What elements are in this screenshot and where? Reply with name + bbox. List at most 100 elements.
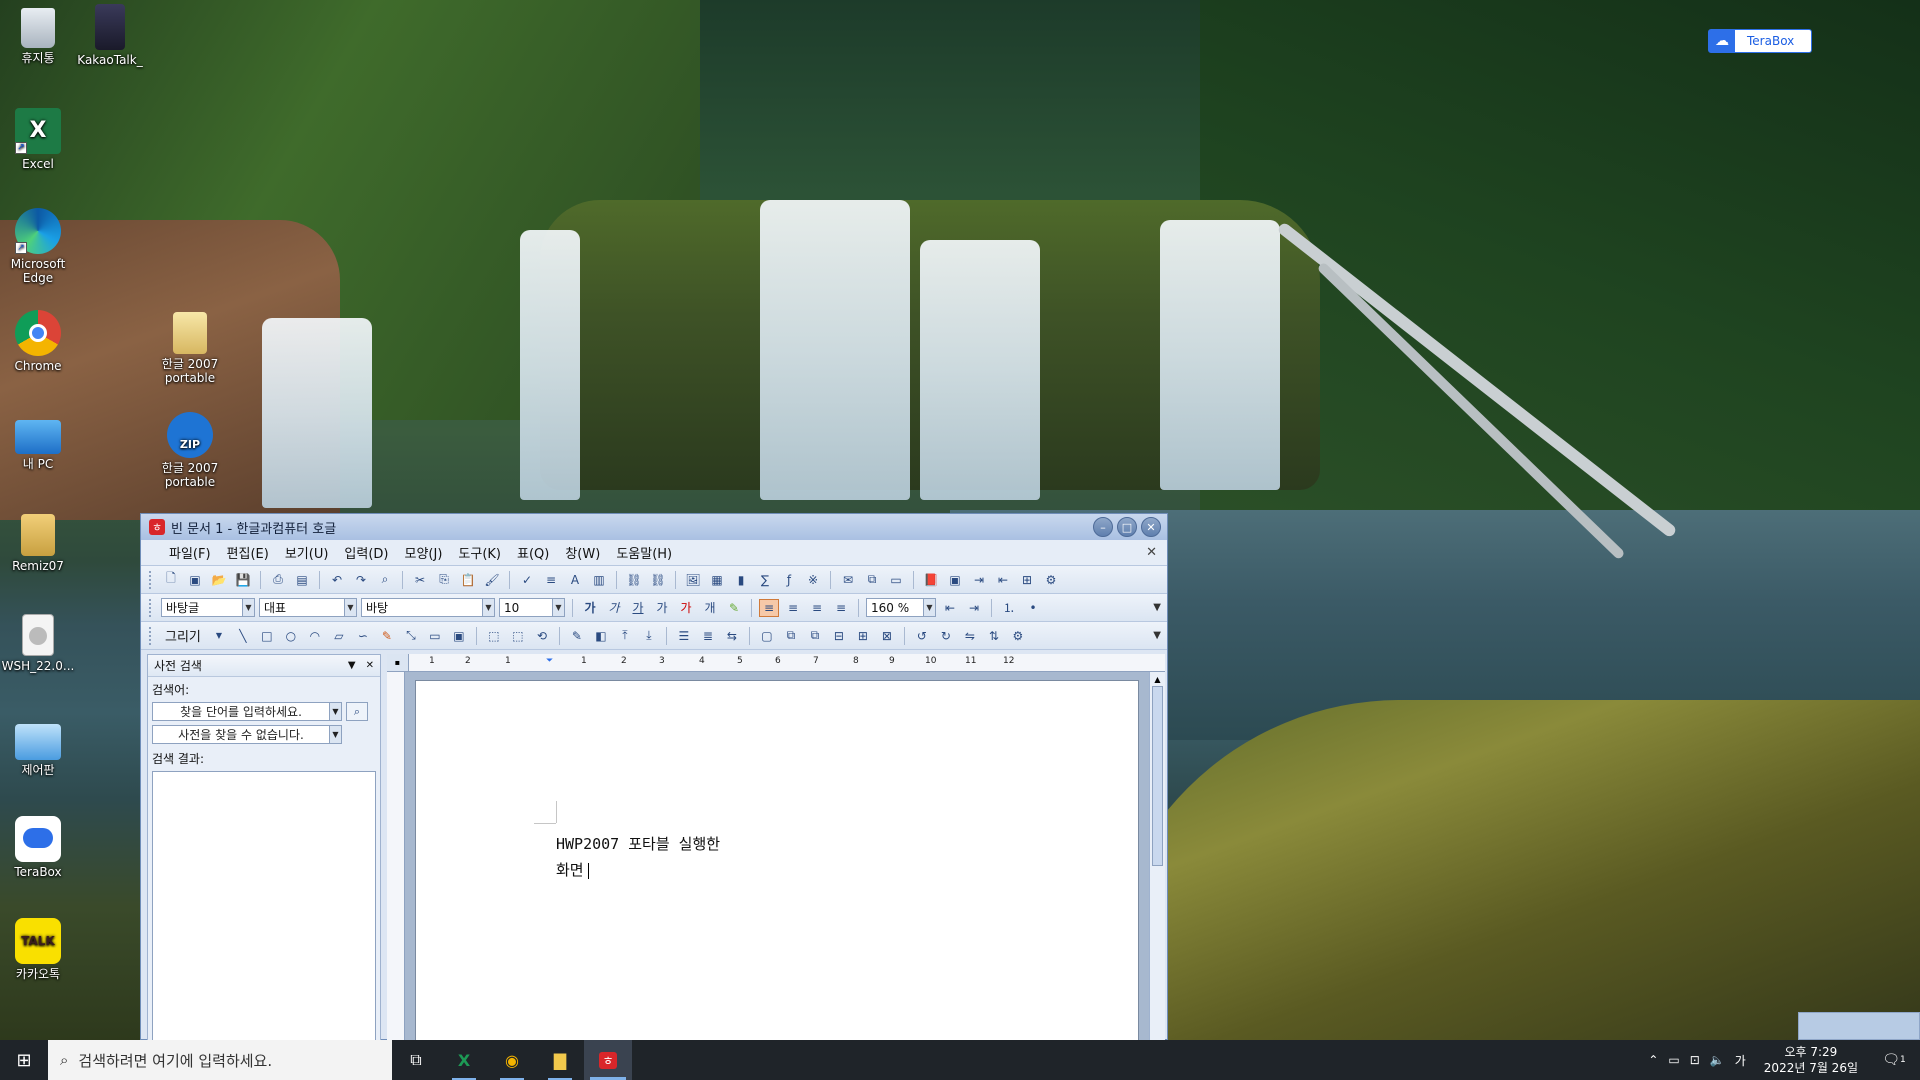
align-left-icon[interactable]: ≡ — [783, 599, 803, 617]
font-color-icon[interactable]: 가 — [676, 599, 696, 617]
insert-symbol-icon[interactable]: ※ — [803, 571, 823, 589]
spellcheck-icon[interactable]: ✓ — [517, 571, 537, 589]
desktop-icon-my-pc[interactable]: 내 PC — [0, 412, 76, 471]
start-button[interactable]: ⊞ — [0, 1040, 48, 1080]
rotate-tool-icon[interactable]: ⟲ — [532, 627, 552, 645]
font-select[interactable]: 바탕 ▼ — [361, 598, 495, 617]
taskbar-search-box[interactable]: ⌕ 검색하려면 여기에 입력하세요. — [48, 1040, 392, 1080]
distribute-icon[interactable]: ⊞ — [853, 627, 873, 645]
line-width-icon[interactable]: ≣ — [698, 627, 718, 645]
desktop-icon-excel[interactable]: X ↗ Excel — [0, 108, 76, 171]
dictionary-search-input[interactable]: 찾을 단어를 입력하세요. ▼ — [152, 702, 342, 721]
panel-close-icon[interactable]: ✕ — [366, 660, 374, 671]
vertical-ruler[interactable] — [387, 672, 405, 1041]
select-tool-icon[interactable]: ⬚ — [484, 627, 504, 645]
paste-icon[interactable]: 📋 — [458, 571, 478, 589]
chevron-up-icon[interactable]: ⌃ — [1648, 1053, 1658, 1067]
ruler-indent-marker[interactable]: ⏷ — [546, 656, 553, 666]
highlight-icon[interactable]: ✎ — [724, 599, 744, 617]
copy-icon[interactable]: ⎘ — [434, 571, 454, 589]
language-select[interactable]: 바탕글 ▼ — [161, 598, 255, 617]
print-preview-icon[interactable]: ▤ — [292, 571, 312, 589]
shadow-icon[interactable]: ▢ — [757, 627, 777, 645]
memo-icon[interactable]: ▭ — [886, 571, 906, 589]
volume-icon[interactable]: 🔈 — [1710, 1053, 1725, 1067]
rotate-right-icon[interactable]: ↻ — [936, 627, 956, 645]
mail-merge-icon[interactable]: ✉ — [838, 571, 858, 589]
align-justify-icon[interactable]: ≡ — [759, 598, 779, 617]
toolbar-overflow-icon[interactable]: ▼ — [1153, 630, 1167, 641]
vertical-scrollbar[interactable]: ▲ — [1149, 672, 1165, 1041]
taskbar-file-explorer[interactable]: ▇ — [536, 1040, 584, 1080]
taskbar-clock[interactable]: 오후 7:29 2022년 7월 26일 — [1756, 1044, 1866, 1076]
arrow-style-icon[interactable]: ⇆ — [722, 627, 742, 645]
new-document-icon[interactable]: 🗋 — [161, 571, 181, 589]
indent-increase-icon[interactable]: ⇥ — [964, 599, 984, 617]
style-select[interactable]: 대표 ▼ — [259, 598, 357, 617]
dictionary-search-button[interactable]: ⌕ — [346, 702, 368, 721]
char-shape-icon[interactable]: A — [565, 571, 585, 589]
tray-popup[interactable] — [1798, 1012, 1920, 1040]
rectangle-tool-icon[interactable]: □ — [257, 627, 277, 645]
window-titlebar[interactable]: ㅎ 빈 문서 1 - 한글과컴퓨터 호글 – □ ✕ — [141, 514, 1167, 540]
redo-icon[interactable]: ↷ — [351, 571, 371, 589]
curve-tool-icon[interactable]: ∽ — [353, 627, 373, 645]
fill-color-icon[interactable]: ◧ — [591, 627, 611, 645]
book-icon[interactable]: 📕 — [921, 571, 941, 589]
link-icon[interactable]: ⛓ — [624, 571, 644, 589]
maximize-button[interactable]: □ — [1117, 517, 1137, 537]
polygon-tool-icon[interactable]: ▱ — [329, 627, 349, 645]
desktop-icon-kakaotalk[interactable]: TALK 카카오톡 — [0, 918, 76, 981]
cut-icon[interactable]: ✂ — [410, 571, 430, 589]
menu-tools[interactable]: 도구(K) — [450, 543, 509, 562]
presentation-icon[interactable]: ▣ — [945, 571, 965, 589]
taskbar-chrome[interactable]: ◉ — [488, 1040, 536, 1080]
save-icon[interactable]: 💾 — [233, 571, 253, 589]
taskbar-excel[interactable]: X — [440, 1040, 488, 1080]
toolbar-grip[interactable] — [149, 626, 153, 645]
task-view-button[interactable]: ⧉ — [392, 1040, 440, 1080]
line-tool-icon[interactable]: ╲ — [233, 627, 253, 645]
desktop-icon-control-panel[interactable]: 제어판 — [0, 716, 76, 777]
desktop-icon-wsh-file[interactable]: WSH_22.0... — [0, 614, 76, 673]
ellipse-tool-icon[interactable]: ○ — [281, 627, 301, 645]
menu-help[interactable]: 도움말(H) — [608, 543, 680, 562]
connector-tool-icon[interactable]: ⤡ — [401, 627, 421, 645]
open-folder-icon[interactable]: 📂 — [209, 571, 229, 589]
indent-decrease-icon[interactable]: ⇤ — [940, 599, 960, 617]
close-button[interactable]: ✕ — [1141, 517, 1161, 537]
document-page[interactable]: HWP2007 포타블 실행한 화면 — [415, 680, 1139, 1041]
pen-tool-icon[interactable]: ✎ — [377, 627, 397, 645]
group-icon[interactable]: ⧉ — [781, 627, 801, 645]
menu-edit[interactable]: 편집(E) — [219, 543, 277, 562]
ungroup-icon[interactable]: ⧉ — [805, 627, 825, 645]
send-back-icon[interactable]: ⤓ — [639, 627, 659, 645]
insert-table-icon[interactable]: ▦ — [707, 571, 727, 589]
flip-icon[interactable]: ⊠ — [877, 627, 897, 645]
scrollbar-thumb[interactable] — [1152, 686, 1163, 866]
insert-fx-icon[interactable]: ƒ — [779, 571, 799, 589]
document-body[interactable]: HWP2007 포타블 실행한 화면 — [556, 831, 720, 883]
menu-view[interactable]: 보기(U) — [277, 543, 337, 562]
line-color-icon[interactable]: ✎ — [567, 627, 587, 645]
scan-icon[interactable]: ⊞ — [1017, 571, 1037, 589]
draw-menu-label[interactable]: 그리기 — [161, 626, 205, 645]
menu-file[interactable]: 파일(F) — [161, 543, 219, 562]
bring-front-icon[interactable]: ⤒ — [615, 627, 635, 645]
object-properties-icon[interactable]: ⚙ — [1008, 627, 1028, 645]
desktop-icon-hwp-folder[interactable]: 한글 2007 portable — [152, 312, 228, 385]
align-center-icon[interactable]: ≡ — [807, 599, 827, 617]
strikethrough-icon[interactable]: 가 — [652, 599, 672, 617]
copy-doc-icon[interactable]: ⧉ — [862, 571, 882, 589]
columns-icon[interactable]: ▥ — [589, 571, 609, 589]
ime-indicator[interactable]: 가 — [1735, 1052, 1746, 1069]
format-painter-icon[interactable]: 🖌 — [482, 571, 502, 589]
menu-window[interactable]: 창(W) — [557, 543, 608, 562]
ruler-corner-button[interactable]: ▪ — [387, 654, 409, 672]
taskbar-hwp[interactable]: ㅎ — [584, 1040, 632, 1080]
zoom-select[interactable]: 160 % ▼ — [866, 598, 936, 617]
textbox-tool-icon[interactable]: ▭ — [425, 627, 445, 645]
bold-icon[interactable]: 가 — [580, 599, 600, 617]
insert-image-icon[interactable]: 🖼 — [683, 571, 703, 589]
import-icon[interactable]: ⇤ — [993, 571, 1013, 589]
